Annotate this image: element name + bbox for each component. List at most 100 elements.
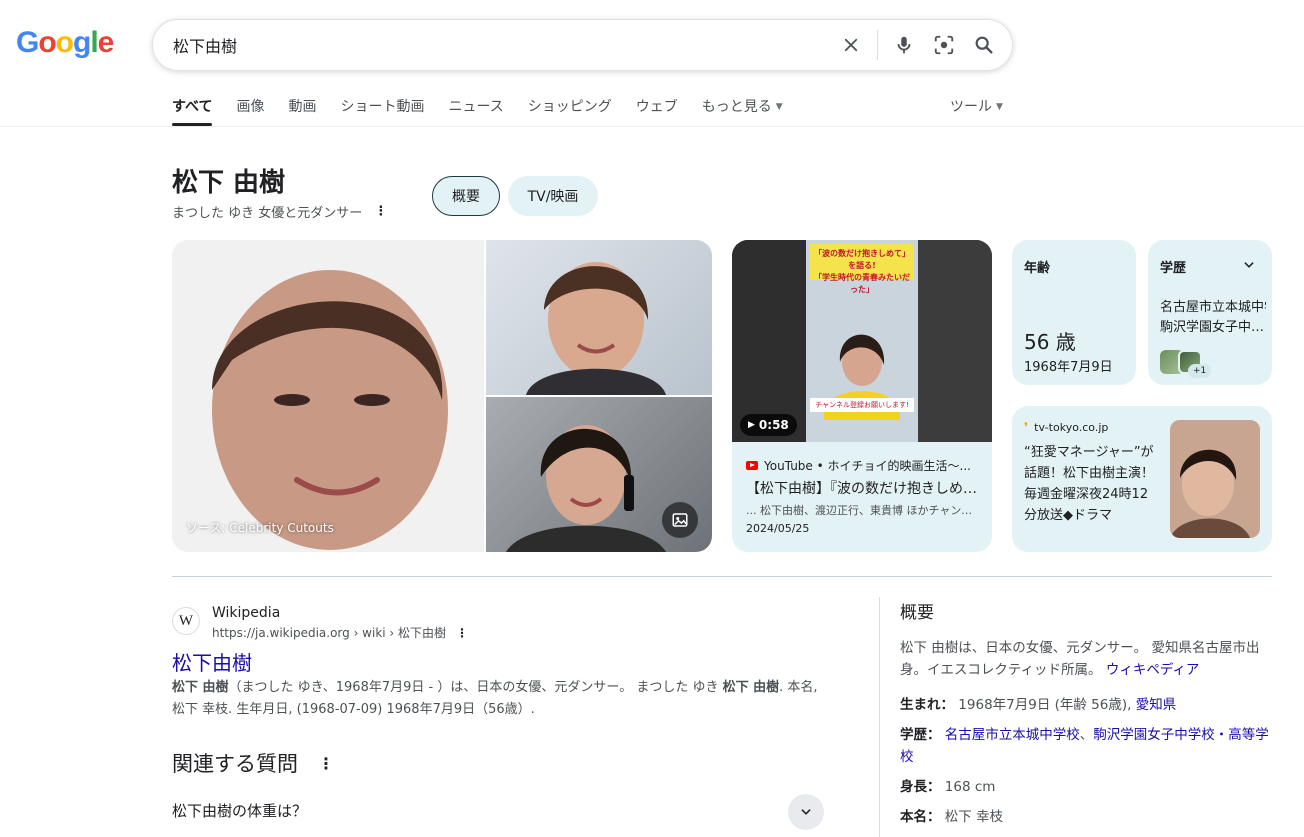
fact-born: 生まれ： 1968年7月9日 (年齢 56歳), 愛知県	[900, 694, 1275, 716]
snippet-part-1: （まつした ゆき、1968年7月9日 - ）は、日本の女優、元ダンサー。 まつし…	[228, 680, 723, 695]
section-divider	[172, 576, 1272, 577]
google-logo[interactable]: Google	[16, 26, 114, 60]
tab-web[interactable]: ウェブ	[636, 96, 678, 126]
education-card[interactable]: 学歴 名古屋市立本城中学校 駒沢学園女子中学校・高等学校 +1	[1148, 240, 1272, 385]
tab-more[interactable]: もっと見る ▼	[702, 96, 783, 126]
wikipedia-favicon: W	[172, 607, 200, 635]
search-input[interactable]	[173, 35, 823, 55]
age-value: 56 歳	[1024, 330, 1076, 354]
result-title-link[interactable]: 松下由樹	[172, 647, 252, 676]
video-overlay-footer: チャンネル登録お願いします!	[815, 401, 909, 409]
video-source-label: YouTube • ホイチョイ的映画生活〜...	[764, 459, 971, 473]
more-schools-count: +1	[1188, 364, 1212, 378]
education-line-1: 名古屋市立本城中学校	[1160, 300, 1266, 315]
logo-letter: o	[55, 26, 74, 59]
fact-education-separator: 、	[1079, 727, 1094, 743]
header-divider	[0, 126, 1304, 127]
panel-title: 概要	[900, 603, 934, 623]
search-icon[interactable]	[970, 31, 998, 59]
tools-label: ツール	[950, 99, 992, 115]
snippet-bold-1: 松下 由樹	[172, 680, 229, 695]
chevron-down-icon	[801, 809, 811, 815]
logo-letter: l	[90, 26, 98, 59]
related-question-item[interactable]: 松下由樹の体重は？	[172, 800, 307, 821]
wikipedia-link[interactable]: ウィキペディア	[1106, 662, 1200, 678]
panel-divider	[879, 597, 880, 837]
related-more-options-icon[interactable]: ⋮	[318, 754, 334, 773]
tab-images[interactable]: 画像	[236, 96, 264, 126]
chevron-down-icon: ▼	[996, 102, 1003, 112]
birth-date: 1968年7月9日	[1024, 360, 1113, 375]
fact-born-place-link[interactable]: 愛知県	[1136, 697, 1177, 713]
education-label: 学歴	[1160, 261, 1187, 276]
panel-description-text: 松下 由樹は、日本の女優、元ダンサー。 愛知県名古屋市出身。イエスコレクティッド…	[900, 640, 1260, 678]
tab-more-label: もっと見る	[701, 99, 772, 115]
video-duration-badge: ▶ 0:58	[740, 414, 797, 436]
play-icon: ▶	[748, 420, 755, 430]
fact-education: 学歴： 名古屋市立本城中学校、駒沢学園女子中学校・高等学校	[900, 724, 1275, 768]
fact-education-link-1[interactable]: 名古屋市立本城中学校	[945, 727, 1080, 743]
search-box-icons	[837, 20, 998, 70]
panel-description: 松下 由樹は、日本の女優、元ダンサー。 愛知県名古屋市出身。イエスコレクティッド…	[900, 637, 1275, 681]
search-tabs: すべて 画像 動画 ショート動画 ニュース ショッピング ウェブ もっと見る ▼	[172, 96, 783, 126]
fact-real-name: 本名： 松下 幸枝	[900, 806, 1275, 828]
video-thumbnail[interactable]: 「波の数だけ抱きしめて」を語る! 「学生時代の青春みたいだった」 チャンネル登録…	[732, 240, 992, 442]
result-site-name[interactable]: Wikipedia	[212, 605, 280, 621]
logo-letter: o	[38, 26, 56, 59]
video-duration: 0:58	[758, 418, 789, 432]
microphone-icon[interactable]	[890, 31, 918, 59]
logo-letter: G	[16, 26, 39, 59]
portrait-image-2[interactable]	[486, 240, 712, 395]
more-options-icon[interactable]: ⋮	[374, 204, 387, 219]
entity-subtitle: まつした ゆき 女優と元ダンサー ⋮	[172, 202, 387, 221]
related-questions-heading: 関連する質問 ⋮	[172, 748, 334, 778]
video-title[interactable]: 【松下由樹】『波の数だけ抱きしめて』を語る!	[746, 478, 982, 498]
tv-tokyo-icon: ❜	[1024, 420, 1029, 434]
fact-born-label: 生まれ：	[900, 697, 954, 713]
search-box-separator	[877, 30, 878, 60]
clear-icon[interactable]	[837, 31, 865, 59]
expand-question-button[interactable]	[788, 794, 824, 830]
tv-card-text: “狂愛マネージャー”が話題！松下由樹主演！毎週金曜深夜24時12分放送◆ドラマ	[1024, 445, 1155, 523]
tab-all[interactable]: すべて	[172, 96, 213, 126]
fact-height: 身長： 168 cm	[900, 776, 1275, 798]
image-icon	[672, 513, 688, 527]
chip-tv-movies[interactable]: TV/映画	[508, 176, 598, 216]
entity-title: 松下 由樹	[172, 168, 286, 198]
snippet-bold-2: 松下 由樹	[722, 680, 780, 695]
age-label: 年齢	[1024, 261, 1051, 276]
portrait-image-3[interactable]	[486, 397, 712, 552]
tv-card-source: ❜ tv-tokyo.co.jp	[1024, 420, 1108, 434]
video-date: 2024/05/25	[746, 522, 810, 535]
video-card[interactable]: 「波の数だけ抱きしめて」を語る! 「学生時代の青春みたいだった」 チャンネル登録…	[732, 240, 992, 552]
tab-short-videos[interactable]: ショート動画	[340, 96, 424, 126]
tab-shopping[interactable]: ショッピング	[528, 96, 612, 126]
lens-icon[interactable]	[930, 31, 958, 59]
education-line-2: 駒沢学園女子中学校・高等学校	[1160, 320, 1266, 335]
video-description: ... 松下由樹、渡辺正行、東貴博 ほかチャンネル登録	[746, 504, 982, 517]
age-card[interactable]: 年齢 56 歳 1968年7月9日	[1012, 240, 1136, 385]
entity-description: まつした ゆき 女優と元ダンサー	[172, 206, 363, 221]
fact-education-label: 学歴：	[900, 727, 941, 743]
video-overlay-title: 「波の数だけ抱きしめて」を語る! 「学生時代の青春みたいだった」	[814, 249, 910, 294]
related-questions-title: 関連する質問	[172, 752, 298, 776]
tab-news[interactable]: ニュース	[448, 96, 503, 126]
result-snippet: 松下 由樹（まつした ゆき、1968年7月9日 - ）は、日本の女優、元ダンサー…	[172, 677, 832, 721]
chevron-down-icon: ▼	[775, 102, 783, 112]
tv-card-site: tv-tokyo.co.jp	[1034, 420, 1109, 434]
result-url-text[interactable]: https://ja.wikipedia.org › wiki › 松下由樹	[212, 624, 446, 641]
tools-button[interactable]: ツール ▼	[950, 96, 1003, 116]
view-images-button[interactable]	[662, 502, 698, 538]
tab-videos[interactable]: 動画	[288, 96, 316, 126]
image-source-label: ソース: Celebrity Cutouts	[186, 521, 334, 535]
chevron-down-icon[interactable]	[1242, 258, 1256, 272]
result-url: https://ja.wikipedia.org › wiki › 松下由樹 ⋮	[212, 624, 468, 641]
result-more-options-icon[interactable]: ⋮	[456, 626, 468, 640]
fact-real-name-label: 本名：	[900, 809, 941, 825]
tv-card-thumbnail[interactable]	[1170, 420, 1260, 538]
main-portrait-image[interactable]: ソース: Celebrity Cutouts	[172, 240, 484, 552]
tv-tokyo-card[interactable]: ❜ tv-tokyo.co.jp “狂愛マネージャー”が話題！松下由樹主演！毎週…	[1012, 406, 1272, 552]
logo-letter: g	[73, 26, 91, 59]
chip-overview[interactable]: 概要	[432, 176, 500, 216]
image-mosaic: ソース: Celebrity Cutouts	[172, 240, 712, 552]
